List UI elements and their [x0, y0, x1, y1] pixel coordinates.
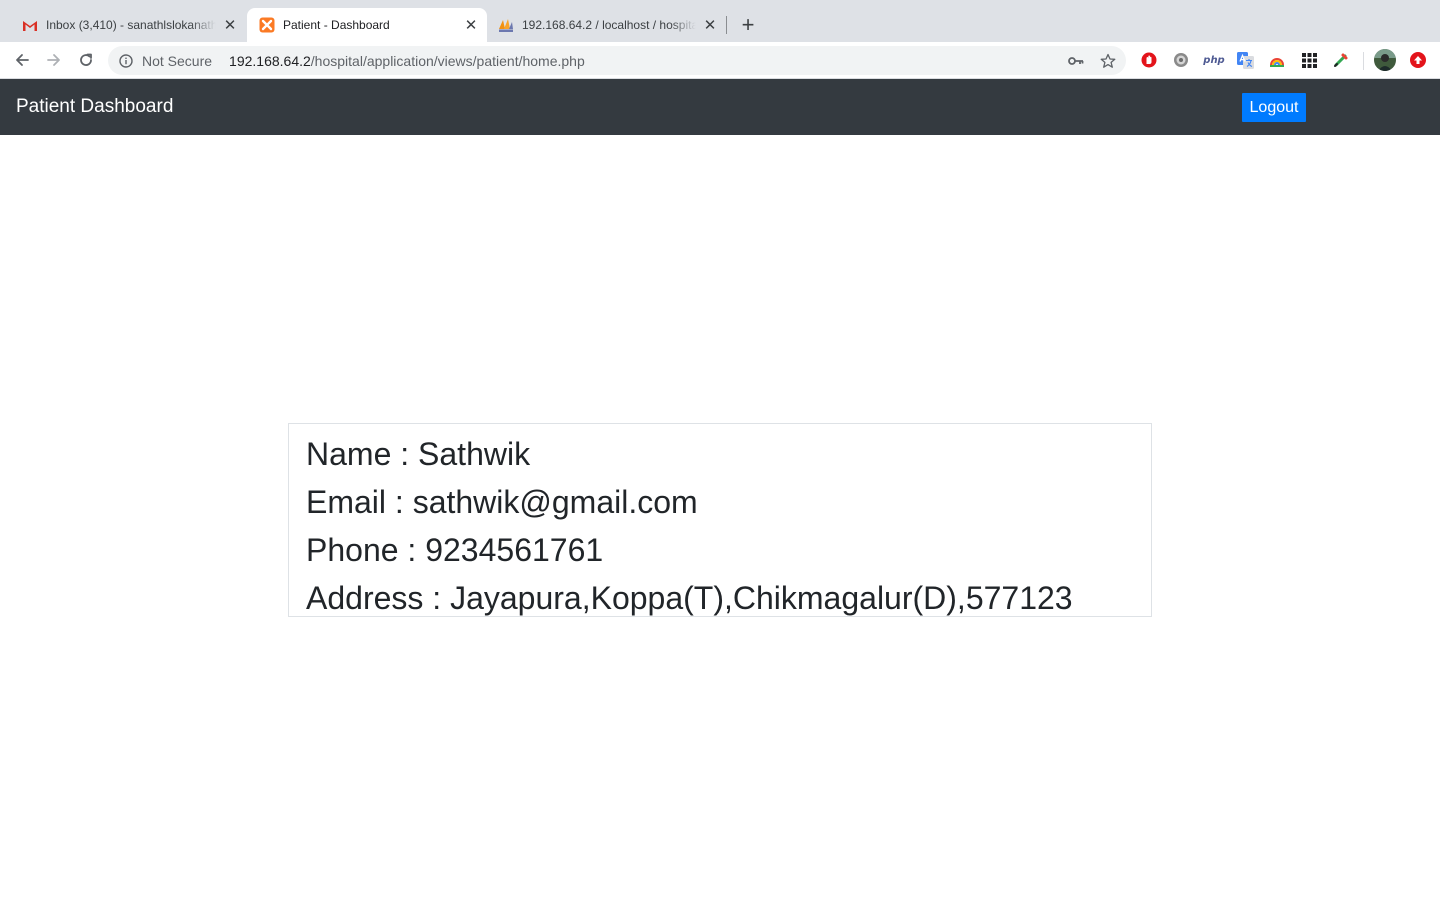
forward-button[interactable] [42, 48, 66, 72]
tab-gmail-inbox[interactable]: Inbox (3,410) - sanathlslokanath@gmail.c… [4, 8, 246, 42]
bookmark-star-icon[interactable] [1100, 53, 1116, 69]
url-text[interactable]: 192.168.64.2/hospital/application/views/… [229, 53, 585, 69]
logout-button[interactable]: Logout [1242, 93, 1306, 122]
close-tab-icon[interactable]: ✕ [702, 17, 718, 34]
pen-extension-icon[interactable] [1332, 51, 1350, 69]
patient-name: Name : Sathwik [306, 436, 531, 472]
php-extension-icon[interactable]: php [1202, 51, 1226, 69]
browser-tab-strip: Inbox (3,410) - sanathlslokanath@gmail.c… [0, 0, 1440, 42]
update-arrow-icon[interactable] [1409, 51, 1427, 69]
tab-phpmyadmin[interactable]: 192.168.64.2 / localhost / hospital ✕ [488, 8, 726, 42]
toolbar-separator [1363, 52, 1364, 70]
tab-title: 192.168.64.2 / localhost / hospital [522, 18, 696, 32]
google-translate-icon[interactable] [1236, 51, 1254, 69]
back-button[interactable] [10, 48, 34, 72]
url-path: /hospital/application/views/patient/home… [310, 52, 585, 69]
url-host: 192.168.64.2 [229, 52, 311, 69]
address-bar[interactable]: Not Secure 192.168.64.2/hospital/applica… [108, 46, 1126, 75]
security-status[interactable]: Not Secure [142, 53, 212, 69]
profile-avatar[interactable] [1374, 49, 1396, 71]
patient-profile-card: Name : Sathwik Email : sathwik@gmail.com… [288, 423, 1152, 617]
close-tab-icon[interactable]: ✕ [222, 17, 238, 34]
gmail-icon [22, 17, 38, 33]
tab-separator [726, 16, 727, 34]
rainbow-extension-icon[interactable] [1268, 51, 1286, 69]
reload-icon [80, 53, 92, 66]
adblock-extension-icon[interactable] [1140, 51, 1158, 69]
tab-title: Patient - Dashboard [283, 18, 390, 32]
browser-toolbar: Not Secure 192.168.64.2/hospital/applica… [0, 42, 1440, 79]
php-label: php [1203, 54, 1225, 66]
new-tab-button[interactable]: + [736, 13, 760, 37]
xampp-icon [259, 17, 275, 33]
info-icon[interactable] [118, 53, 134, 69]
back-arrow-icon [16, 54, 29, 66]
key-icon[interactable] [1068, 53, 1084, 69]
phpmyadmin-icon [498, 17, 514, 33]
tab-title: Inbox (3,410) - sanathlslokanath@gmail.c… [46, 18, 216, 32]
patient-email: Email : sathwik@gmail.com [306, 484, 698, 520]
reload-button[interactable] [74, 48, 98, 72]
tab-patient-dashboard[interactable]: Patient - Dashboard ✕ [247, 8, 487, 42]
close-tab-icon[interactable]: ✕ [463, 17, 479, 34]
patient-address: Address : Jayapura,Koppa(T),Chikmagalur(… [306, 580, 1073, 616]
settings-gear-extension-icon[interactable] [1172, 51, 1190, 69]
navbar-brand[interactable]: Patient Dashboard [16, 94, 173, 120]
forward-arrow-icon [47, 54, 60, 66]
apps-grid-icon[interactable] [1300, 51, 1318, 69]
patient-phone: Phone : 9234561761 [306, 532, 604, 568]
top-navbar: Patient Dashboard Logout [0, 79, 1440, 135]
